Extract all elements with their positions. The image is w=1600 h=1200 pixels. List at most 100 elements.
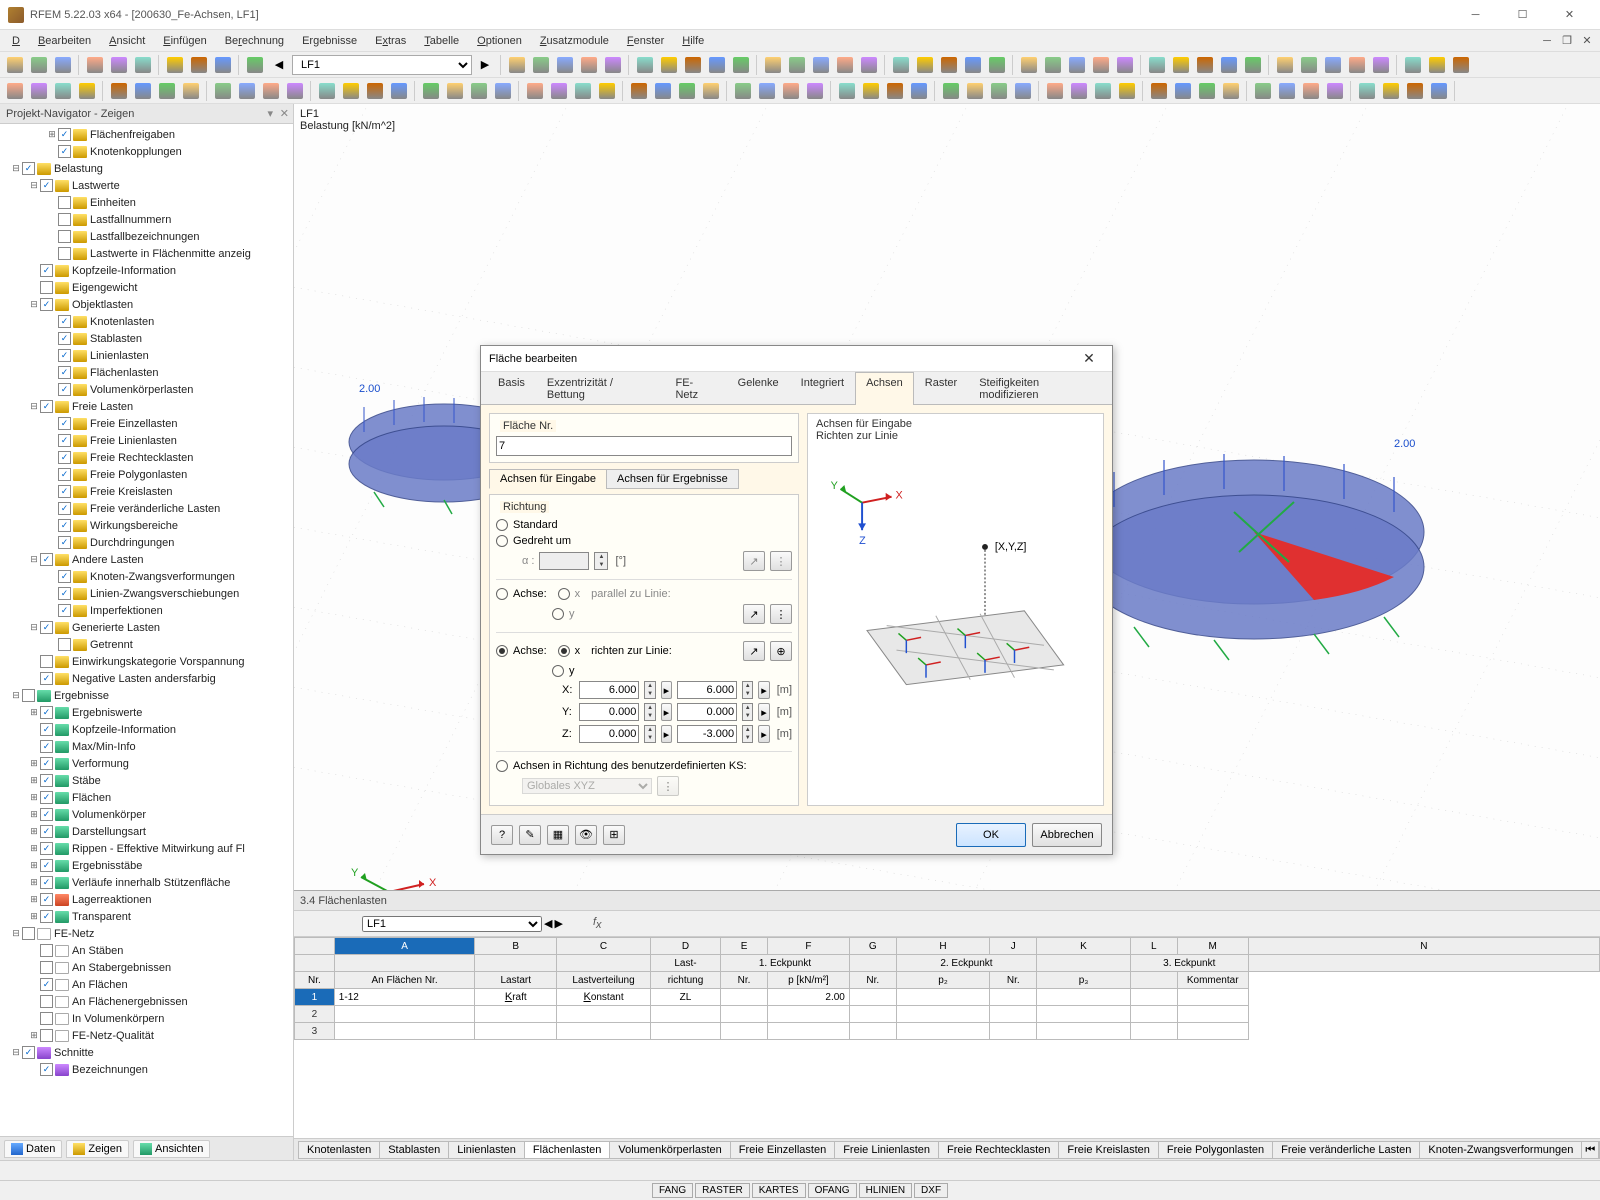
tree-checkbox[interactable] [40, 264, 53, 277]
tree-item-27[interactable]: Linien-Zwangsverschiebungen [4, 585, 293, 602]
tb2-btn-21[interactable] [548, 80, 570, 102]
tb2-btn-14[interactable] [364, 80, 386, 102]
radio-userks[interactable] [496, 760, 508, 772]
tree-item-13[interactable]: Linienlasten [4, 347, 293, 364]
tree-checkbox[interactable] [58, 434, 71, 447]
radio-achse-parallel[interactable] [496, 588, 508, 600]
tree-item-10[interactable]: ⊟ Objektlasten [4, 296, 293, 313]
tree-checkbox[interactable] [40, 740, 53, 753]
tb2-btn-54[interactable] [1404, 80, 1426, 102]
tb2-btn-44[interactable] [1148, 80, 1170, 102]
tb2-btn-26[interactable] [676, 80, 698, 102]
tb1-btn-26[interactable] [914, 54, 936, 76]
tree-item-21[interactable]: Freie Kreislasten [4, 483, 293, 500]
tree-checkbox[interactable] [40, 298, 53, 311]
nav-tab-zeigen[interactable]: Zeigen [66, 1140, 129, 1158]
tb1-btn-28[interactable] [962, 54, 984, 76]
radio-richt-x[interactable] [558, 645, 570, 657]
tree-item-54[interactable]: ⊟ Schnitte [4, 1044, 293, 1061]
status-HLINIEN[interactable]: HLINIEN [859, 1183, 912, 1198]
bp-tab-11[interactable]: Knoten-Zwangsverformungen [1419, 1141, 1582, 1159]
dialog-titlebar[interactable]: Fläche bearbeiten ✕ [481, 346, 1112, 372]
menu-berechnung[interactable]: Berechnung [217, 33, 292, 49]
tree-checkbox[interactable] [58, 502, 71, 515]
dlg-tab-Gelenke[interactable]: Gelenke [727, 372, 790, 405]
tb1-btn-44[interactable] [1370, 54, 1392, 76]
tb2-btn-36[interactable] [940, 80, 962, 102]
radio-achse-richten[interactable] [496, 645, 508, 657]
tree-checkbox[interactable] [58, 519, 71, 532]
tb2-btn-43[interactable] [1116, 80, 1138, 102]
tb2-btn-32[interactable] [836, 80, 858, 102]
menu-ergebnisse[interactable]: Ergebnisse [294, 33, 365, 49]
tb2-btn-38[interactable] [988, 80, 1010, 102]
tb2-btn-9[interactable] [236, 80, 258, 102]
tb1-btn-39[interactable] [1242, 54, 1264, 76]
tb1-btn-22[interactable] [810, 54, 832, 76]
z2-input[interactable] [677, 725, 737, 743]
tree-item-26[interactable]: Knoten-Zwangsverformungen [4, 568, 293, 585]
menu-ansicht[interactable]: Ansicht [101, 33, 153, 49]
tree-item-1[interactable]: Knotenkopplungen [4, 143, 293, 160]
tb2-btn-52[interactable] [1356, 80, 1378, 102]
tree-item-30[interactable]: Getrennt [4, 636, 293, 653]
tb1-btn-7[interactable] [188, 54, 210, 76]
status-RASTER[interactable]: RASTER [695, 1183, 750, 1198]
tb1-btn-25[interactable] [890, 54, 912, 76]
menu-einfuegen[interactable]: Einfügen [155, 33, 214, 49]
menu-fenster[interactable]: Fenster [619, 33, 672, 49]
tb1-btn-18[interactable] [706, 54, 728, 76]
menu-optionen[interactable]: Optionen [469, 33, 530, 49]
tree-checkbox[interactable] [22, 162, 35, 175]
flaeche-nr-input[interactable] [496, 436, 792, 456]
nav-tab-ansichten[interactable]: Ansichten [133, 1140, 210, 1158]
doc-minimize-button[interactable]: ─ [1538, 33, 1556, 49]
tb1-btn-17[interactable] [682, 54, 704, 76]
pin-icon[interactable]: ▾ [267, 107, 273, 120]
subtab-eingabe[interactable]: Achsen für Eingabe [489, 469, 607, 489]
tb2-btn-29[interactable] [756, 80, 778, 102]
tb2-btn-15[interactable] [388, 80, 410, 102]
tree-checkbox[interactable] [40, 1012, 53, 1025]
help-button[interactable]: ? [491, 825, 513, 845]
tb1-btn-38[interactable] [1218, 54, 1240, 76]
tb1-btn-14[interactable] [602, 54, 624, 76]
tb1-btn-9[interactable] [244, 54, 266, 76]
tree-item-2[interactable]: ⊟ Belastung [4, 160, 293, 177]
tree-item-18[interactable]: Freie Linienlasten [4, 432, 293, 449]
bp-tab-10[interactable]: Freie veränderliche Lasten [1272, 1141, 1420, 1159]
tb1-btn-41[interactable] [1298, 54, 1320, 76]
tb1-btn-34[interactable] [1114, 54, 1136, 76]
navigator-close-icon[interactable]: ✕ [280, 107, 289, 120]
tb1-btn-21[interactable] [786, 54, 808, 76]
tree-checkbox[interactable] [58, 247, 71, 260]
tree-checkbox[interactable] [58, 315, 71, 328]
x1-input[interactable] [579, 681, 639, 699]
tb1-btn-2[interactable] [52, 54, 74, 76]
bp-tab-4[interactable]: Volumenkörperlasten [609, 1141, 730, 1159]
z1-input[interactable] [579, 725, 639, 743]
tb2-btn-8[interactable] [212, 80, 234, 102]
tb1-btn-13[interactable] [578, 54, 600, 76]
bp-tab-8[interactable]: Freie Kreislasten [1058, 1141, 1159, 1159]
tree-checkbox[interactable] [40, 808, 53, 821]
tree-checkbox[interactable] [40, 995, 53, 1008]
tb1-btn-6[interactable] [164, 54, 186, 76]
dlg-tab-Exzentrizität / Bettung[interactable]: Exzentrizität / Bettung [536, 372, 665, 405]
tree-checkbox[interactable] [40, 791, 53, 804]
tb1-btn-27[interactable] [938, 54, 960, 76]
dlg-tab-Steifigkeiten modifizieren[interactable]: Steifigkeiten modifizieren [968, 372, 1112, 405]
tb2-btn-45[interactable] [1172, 80, 1194, 102]
tb1-btn-47[interactable] [1450, 54, 1472, 76]
maximize-button[interactable]: ☐ [1500, 1, 1545, 29]
bp-tab-7[interactable]: Freie Rechtecklasten [938, 1141, 1059, 1159]
tb2-btn-17[interactable] [444, 80, 466, 102]
status-DXF[interactable]: DXF [914, 1183, 948, 1198]
tree-checkbox[interactable] [58, 332, 71, 345]
tree-checkbox[interactable] [58, 230, 71, 243]
tree-checkbox[interactable] [40, 400, 53, 413]
tb2-btn-31[interactable] [804, 80, 826, 102]
tb2-btn-22[interactable] [572, 80, 594, 102]
tb1-btn-8[interactable] [212, 54, 234, 76]
tb2-btn-37[interactable] [964, 80, 986, 102]
